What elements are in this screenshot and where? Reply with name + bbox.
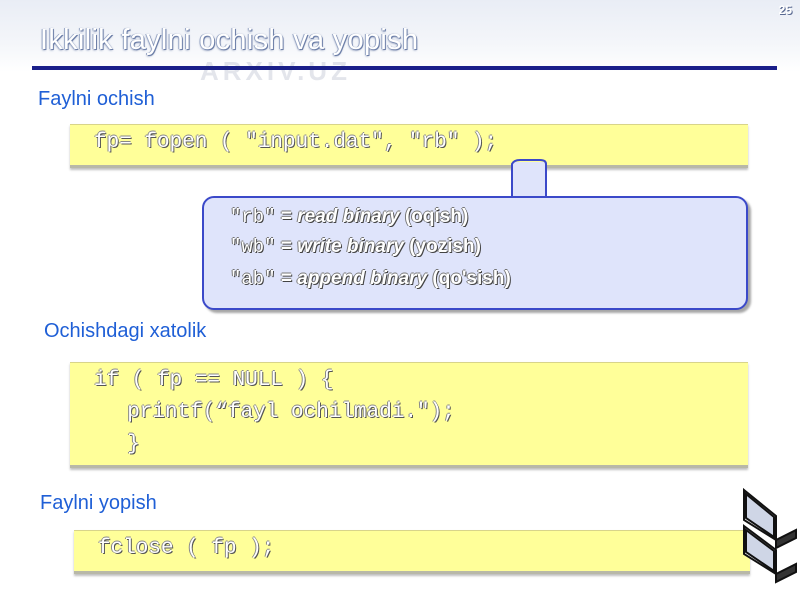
mode-line-append: "ab" = append binary (qo'sish)	[230, 268, 511, 290]
mode-line-read: "rb" = read binary (oqish)	[230, 206, 468, 228]
mode-code: "ab"	[230, 268, 276, 290]
open-code: fp= fopen ( "input.dat", "rb" );	[94, 131, 498, 154]
slide-title: Ikkilik faylni ochish va yopish	[40, 24, 419, 56]
error-code-box: if ( fp == NULL ) { printf(“fayl ochilma…	[70, 362, 748, 468]
close-code-box: fclose ( fp );	[74, 530, 750, 574]
open-code-box: fp= fopen ( "input.dat", "rb" );	[70, 124, 748, 168]
section-error-label: Ochishdagi xatolik	[44, 320, 207, 342]
mode-desc: (oqish)	[399, 206, 469, 227]
section-open-label: Faylni ochish	[38, 88, 155, 110]
mode-line-write: "wb" = write binary (yozish)	[230, 236, 481, 258]
mode-code: "rb"	[230, 206, 276, 228]
page-number: 25	[778, 3, 792, 17]
mode-eq: =	[275, 268, 298, 289]
mode-term: read binary	[297, 206, 400, 227]
watermark-logo: ARXIV.UZ	[200, 56, 351, 86]
mode-eq: =	[275, 206, 298, 227]
mode-code: "wb"	[230, 236, 276, 258]
laptop-decoration-icon	[743, 487, 797, 584]
mode-eq: =	[275, 236, 298, 257]
mode-desc: (qo'sish)	[427, 268, 511, 289]
error-code-line: if ( fp == NULL ) {	[94, 369, 334, 392]
close-code: fclose ( fp );	[98, 537, 275, 560]
mode-desc: (yozish)	[403, 236, 481, 257]
section-close-label: Faylni yopish	[40, 492, 157, 514]
mode-term: write binary	[297, 236, 404, 257]
error-code-line: printf(“fayl ochilmadi.");	[102, 401, 455, 424]
title-underline	[32, 66, 777, 70]
error-code-line: }	[102, 433, 140, 456]
mode-term: append binary	[297, 268, 428, 289]
